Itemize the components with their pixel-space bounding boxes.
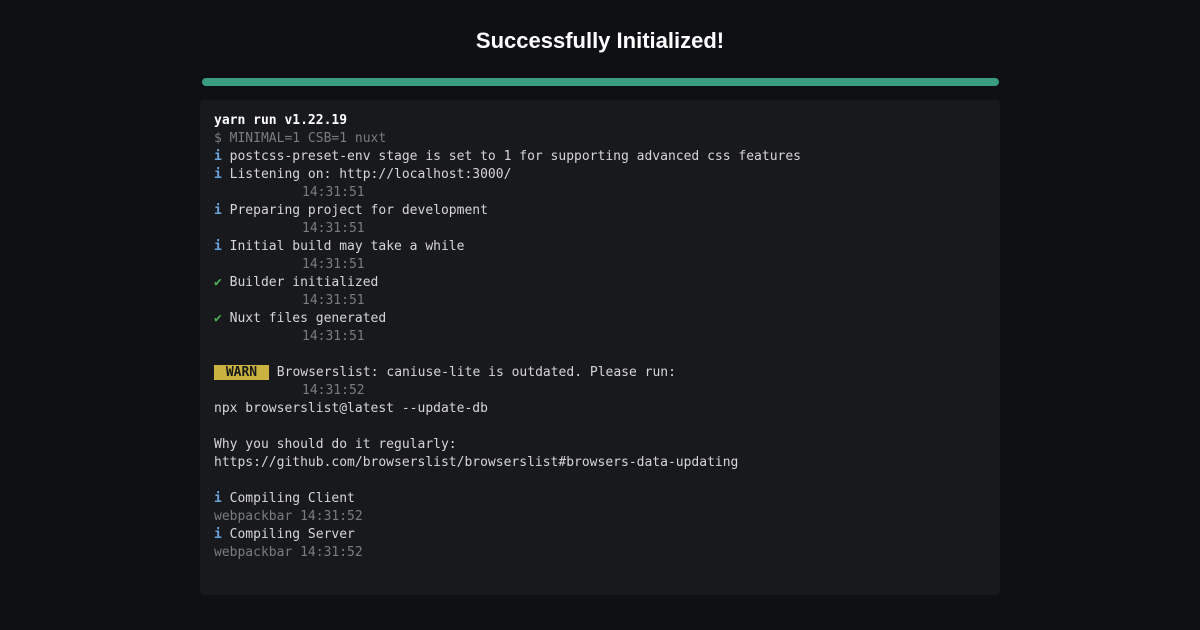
source-label: webpackbar 14:31:52: [214, 508, 986, 526]
log-line: ✔ Nuxt files generated: [214, 310, 986, 328]
check-icon: ✔: [214, 311, 222, 326]
info-icon: i: [214, 203, 222, 218]
timestamp: 14:31:51: [214, 184, 986, 202]
info-icon: i: [214, 149, 222, 164]
compiling-server-msg: Compiling Server: [222, 527, 355, 542]
nuxt-files-msg: Nuxt files generated: [230, 311, 387, 326]
browserslist-msg: Browserslist: caniuse-lite is outdated. …: [269, 365, 676, 380]
builder-init-msg: Builder initialized: [230, 275, 379, 290]
postcss-msg: postcss-preset-env stage is set to 1 for…: [222, 149, 801, 164]
log-line: WARN Browserslist: caniuse-lite is outda…: [214, 364, 986, 382]
progress-bar: [202, 78, 999, 86]
log-line: ✔ Builder initialized: [214, 274, 986, 292]
info-icon: i: [214, 527, 222, 542]
log-line: i Listening on: http://localhost:3000/: [214, 166, 986, 184]
timestamp: 14:31:52: [214, 382, 986, 400]
initial-build-msg: Initial build may take a while: [222, 239, 465, 254]
blank-line: [214, 418, 986, 436]
log-line: i Compiling Client: [214, 490, 986, 508]
why-msg: Why you should do it regularly:: [214, 436, 986, 454]
warn-badge: WARN: [214, 365, 269, 380]
listening-msg: Listening on: http://localhost:3000/: [222, 167, 512, 182]
log-line: i Compiling Server: [214, 526, 986, 544]
compiling-client-msg: Compiling Client: [222, 491, 355, 506]
timestamp: 14:31:51: [214, 256, 986, 274]
timestamp: 14:31:51: [214, 220, 986, 238]
command-line: $ MINIMAL=1 CSB=1 nuxt: [214, 130, 986, 148]
blank-line: [214, 346, 986, 364]
info-icon: i: [214, 239, 222, 254]
log-line: i Initial build may take a while: [214, 238, 986, 256]
check-icon: ✔: [214, 275, 222, 290]
blank-line: [214, 472, 986, 490]
npx-command: npx browserslist@latest --update-db: [214, 400, 986, 418]
timestamp: 14:31:51: [214, 328, 986, 346]
timestamp: 14:31:51: [214, 292, 986, 310]
log-line: i Preparing project for development: [214, 202, 986, 220]
log-line: i postcss-preset-env stage is set to 1 f…: [214, 148, 986, 166]
github-url: https://github.com/browserslist/browsers…: [214, 454, 986, 472]
preparing-msg: Preparing project for development: [222, 203, 488, 218]
source-label: webpackbar 14:31:52: [214, 544, 986, 562]
info-icon: i: [214, 491, 222, 506]
page-title: Successfully Initialized!: [200, 28, 1000, 54]
yarn-version: yarn run v1.22.19: [214, 112, 986, 130]
info-icon: i: [214, 167, 222, 182]
terminal-output: yarn run v1.22.19 $ MINIMAL=1 CSB=1 nuxt…: [200, 100, 1000, 595]
